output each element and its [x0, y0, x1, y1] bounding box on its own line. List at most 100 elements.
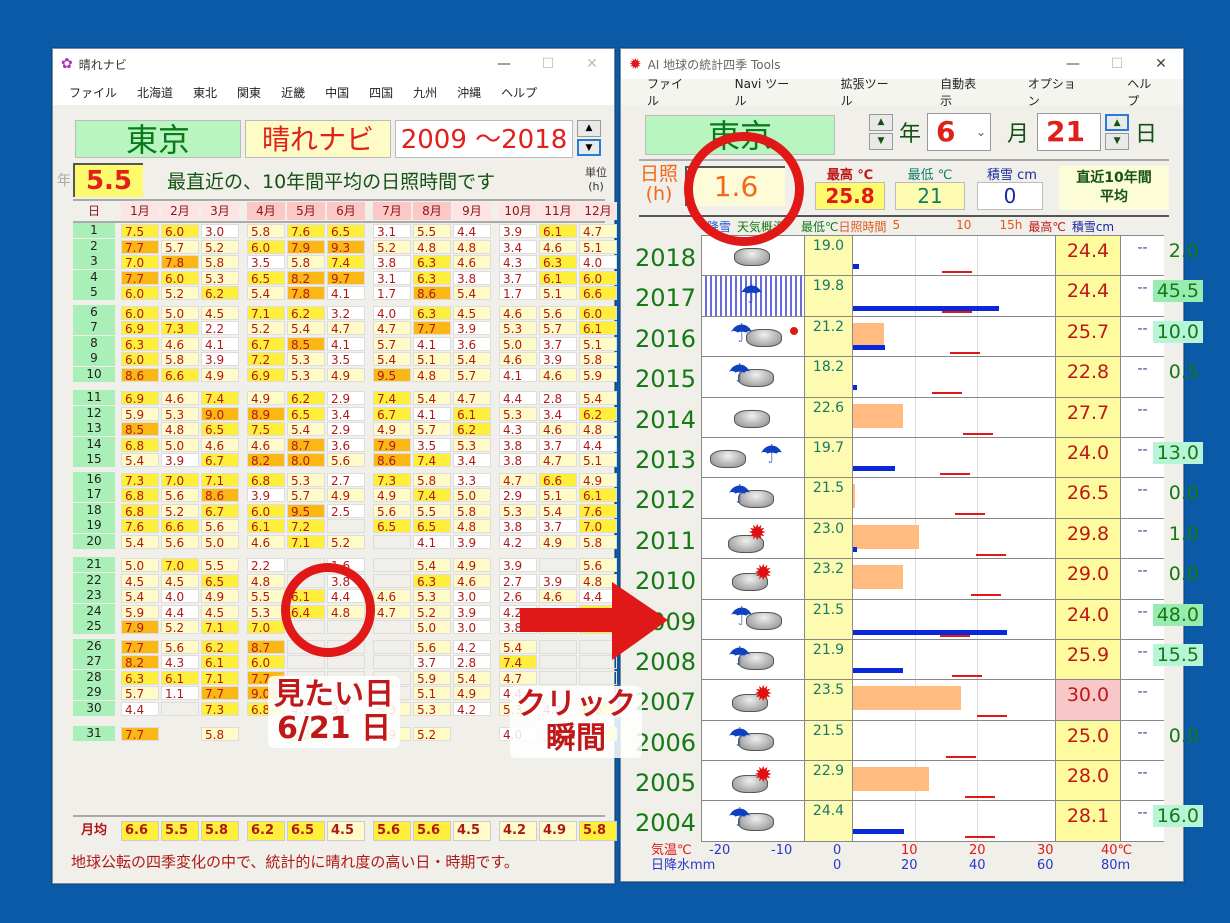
sunshine-cell[interactable]: 3.5: [413, 437, 451, 453]
sunshine-cell[interactable]: 6.2: [287, 391, 325, 406]
sunshine-cell[interactable]: 4.7: [453, 391, 491, 406]
sunshine-cell[interactable]: 6.1: [287, 589, 325, 604]
sunshine-cell[interactable]: 3.0: [453, 620, 491, 635]
sunshine-cell[interactable]: 7.1: [201, 670, 239, 686]
year-row[interactable]: 2005 ✹ 22.9 28.0 --: [635, 761, 1164, 802]
sunshine-cell[interactable]: 4.9: [539, 534, 577, 550]
close-button[interactable]: ✕: [570, 56, 614, 72]
sunshine-cell[interactable]: 4.5: [453, 305, 491, 321]
sunshine-cell[interactable]: 6.1: [453, 406, 491, 422]
year-spinner[interactable]: ▲ ▼: [869, 114, 893, 150]
month-header[interactable]: 1月: [121, 202, 159, 220]
sunshine-cell[interactable]: 7.7: [121, 270, 159, 286]
sunshine-cell[interactable]: 7.5: [121, 224, 159, 239]
sunshine-cell[interactable]: 3.4: [453, 453, 491, 468]
sunshine-cell[interactable]: 7.3: [373, 472, 411, 488]
sunshine-cell[interactable]: 4.1: [413, 534, 451, 550]
month-header[interactable]: 9月: [453, 202, 491, 220]
sunshine-cell[interactable]: 7.8: [161, 255, 199, 270]
sunshine-cell[interactable]: 3.8: [499, 519, 537, 534]
sunshine-cell[interactable]: [327, 519, 365, 533]
sunshine-cell[interactable]: 5.3: [247, 604, 285, 620]
month-header[interactable]: 7月: [373, 202, 411, 220]
sunshine-cell[interactable]: 7.2: [247, 352, 285, 367]
sunshine-cell[interactable]: 6.9: [121, 321, 159, 336]
menu-item[interactable]: 関東: [227, 84, 271, 101]
day-up-button[interactable]: ▲: [1105, 114, 1130, 131]
sunshine-cell[interactable]: 6.5: [413, 519, 451, 534]
sunshine-cell[interactable]: 5.4: [121, 534, 159, 550]
sunshine-cell[interactable]: 8.5: [121, 422, 159, 437]
sunshine-cell[interactable]: 5.4: [121, 589, 159, 604]
sunshine-cell[interactable]: 6.1: [579, 321, 617, 336]
sunshine-cell[interactable]: 5.3: [499, 406, 537, 422]
sunshine-cell[interactable]: 4.5: [201, 305, 239, 321]
sunshine-cell[interactable]: 6.5: [287, 406, 325, 422]
sunshine-cell[interactable]: 8.2: [247, 453, 285, 468]
sunshine-cell[interactable]: 4.1: [327, 286, 365, 301]
sunshine-cell[interactable]: 5.3: [287, 472, 325, 488]
month-header[interactable]: 5月: [287, 202, 325, 220]
sunshine-cell[interactable]: 4.2: [499, 534, 537, 550]
sunshine-cell[interactable]: 3.1: [373, 270, 411, 286]
sunshine-cell[interactable]: 4.0: [373, 305, 411, 321]
sunshine-cell[interactable]: 8.6: [373, 453, 411, 468]
sunshine-cell[interactable]: 1.6: [327, 558, 365, 573]
minimize-button[interactable]: —: [482, 56, 526, 72]
year-up-button[interactable]: ▲: [869, 114, 893, 131]
sunshine-cell[interactable]: 6.7: [201, 503, 239, 519]
sunshine-cell[interactable]: 6.0: [247, 655, 285, 670]
sunshine-cell[interactable]: [287, 620, 325, 634]
sunshine-cell[interactable]: 3.9: [201, 352, 239, 367]
year-row[interactable]: 2015 ☂ 18.2 0.5 22.8 --: [635, 357, 1199, 398]
sunshine-cell[interactable]: 6.8: [121, 488, 159, 503]
year-row[interactable]: 2004 ☂ 24.4 16.0 28.1 --: [635, 801, 1203, 842]
menu-item[interactable]: 中国: [315, 84, 359, 101]
sunshine-cell[interactable]: 7.5: [247, 422, 285, 437]
sunshine-cell[interactable]: 5.8: [247, 224, 285, 239]
sunshine-cell[interactable]: 7.0: [121, 255, 159, 270]
sunshine-cell[interactable]: 5.8: [579, 534, 617, 550]
sunshine-cell[interactable]: 5.1: [413, 352, 451, 367]
sunshine-cell[interactable]: 5.2: [201, 239, 239, 255]
sunshine-cell[interactable]: 7.7: [121, 239, 159, 255]
sunshine-cell[interactable]: 4.5: [121, 573, 159, 589]
sunshine-cell[interactable]: 5.3: [453, 437, 491, 453]
sunshine-cell[interactable]: 4.7: [499, 472, 537, 488]
sunshine-cell[interactable]: 5.8: [201, 255, 239, 270]
menu-item[interactable]: 東北: [183, 84, 227, 101]
sunshine-cell[interactable]: 6.3: [413, 305, 451, 321]
sunshine-cell[interactable]: [287, 573, 325, 588]
menu-item[interactable]: ヘルプ: [1107, 75, 1183, 109]
sunshine-cell[interactable]: 5.4: [539, 503, 577, 519]
sunshine-cell[interactable]: 7.4: [413, 453, 451, 468]
sunshine-cell[interactable]: [161, 701, 199, 716]
sunshine-cell[interactable]: 4.1: [499, 367, 537, 383]
sunshine-cell[interactable]: 6.8: [247, 472, 285, 488]
year-row[interactable]: 2016 ☂ 21.2 10.0 25.7 --: [635, 316, 1203, 358]
sunshine-cell[interactable]: 4.7: [373, 604, 411, 620]
sunshine-cell[interactable]: 3.9: [453, 534, 491, 550]
sunshine-cell[interactable]: 5.7: [161, 239, 199, 255]
sunshine-cell[interactable]: 5.2: [373, 239, 411, 255]
sunshine-cell[interactable]: 2.5: [327, 503, 365, 519]
menu-item[interactable]: 自動表示: [920, 75, 1008, 109]
sunshine-cell[interactable]: 6.1: [201, 655, 239, 670]
sunshine-cell[interactable]: 5.7: [373, 336, 411, 352]
sunshine-cell[interactable]: 5.0: [413, 620, 451, 635]
sunshine-cell[interactable]: 4.3: [499, 255, 537, 270]
sunshine-cell[interactable]: 3.9: [499, 224, 537, 239]
spin-down-button[interactable]: ▼: [577, 139, 601, 156]
sunshine-cell[interactable]: 4.7: [373, 321, 411, 336]
sunshine-cell[interactable]: 5.7: [539, 321, 577, 336]
sunshine-cell[interactable]: 4.7: [499, 670, 537, 686]
sunshine-cell[interactable]: 3.6: [327, 437, 365, 453]
sunshine-cell[interactable]: 4.4: [327, 589, 365, 604]
sunshine-cell[interactable]: 4.9: [201, 589, 239, 604]
sunshine-cell[interactable]: 7.7: [201, 686, 239, 701]
sunshine-cell[interactable]: 6.3: [413, 255, 451, 270]
sunshine-cell[interactable]: 7.0: [579, 519, 617, 534]
sunshine-cell[interactable]: 5.6: [161, 639, 199, 655]
sunshine-cell[interactable]: 5.8: [201, 727, 239, 742]
sunshine-cell[interactable]: 3.8: [373, 255, 411, 270]
